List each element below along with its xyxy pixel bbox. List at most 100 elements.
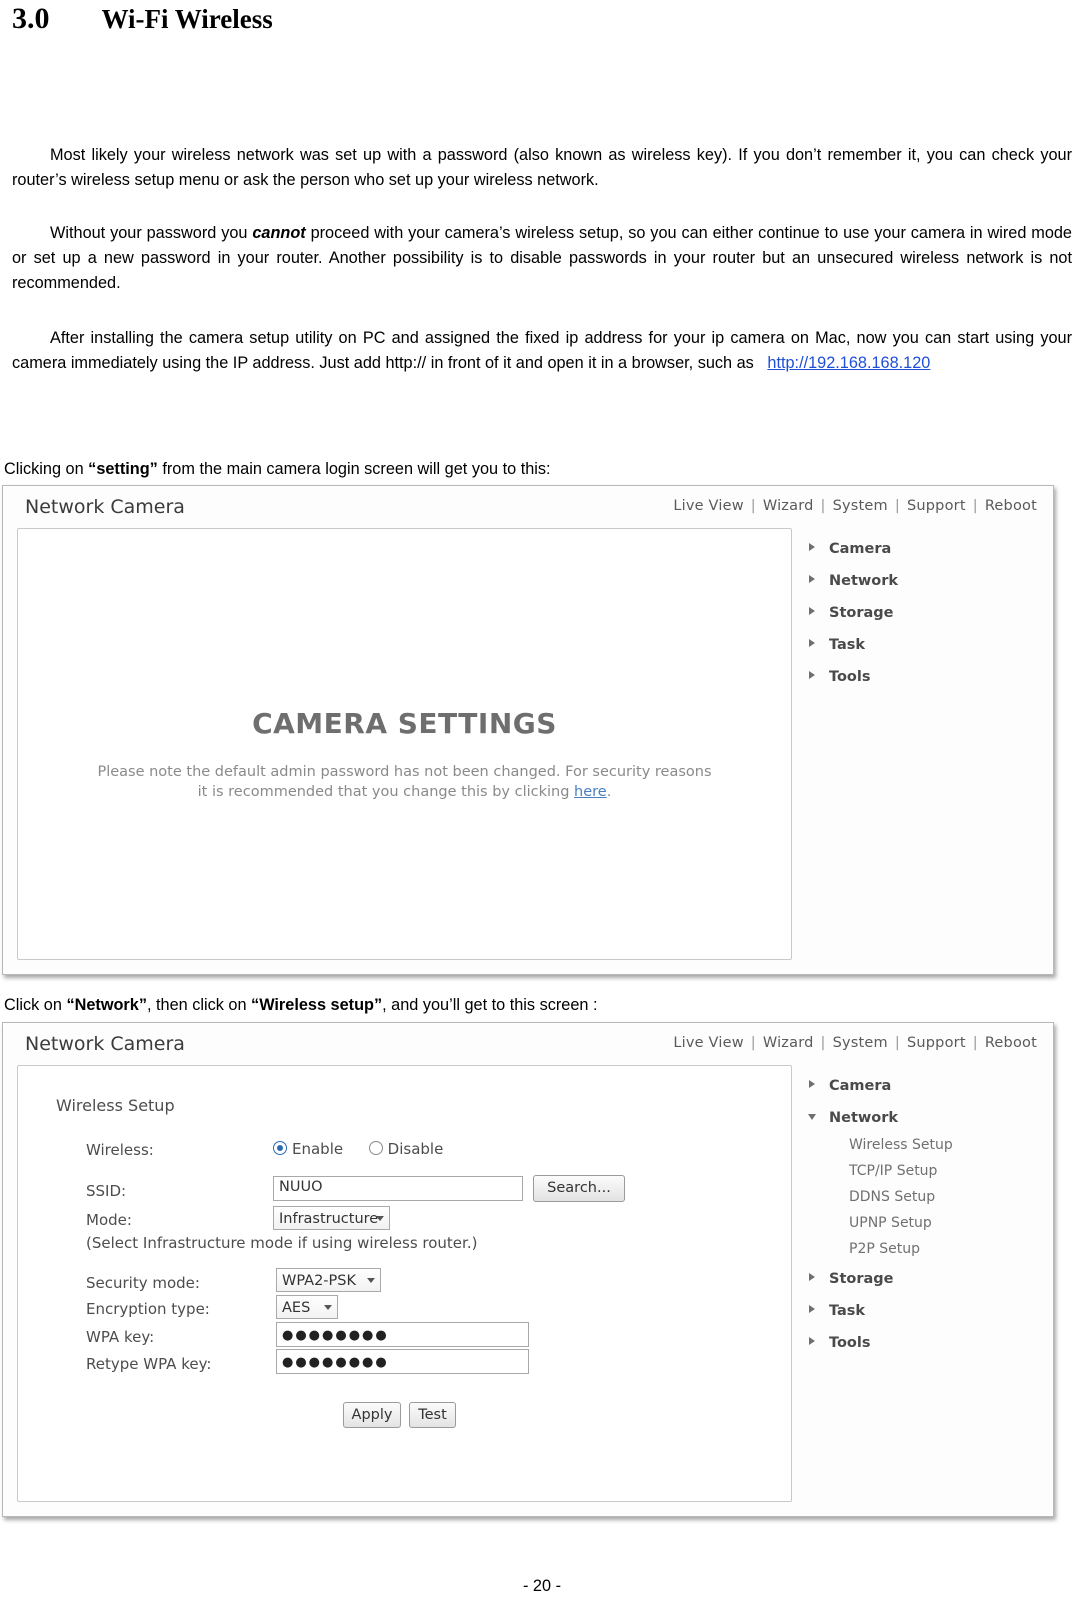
top-nav-2: Live View | Wizard | System | Support | Reboot <box>673 1035 1037 1051</box>
tree-item-tools[interactable]: Tools <box>803 669 1033 685</box>
wpa-key-label: WPA key: <box>86 1328 155 1346</box>
nav-wizard[interactable]: Wizard <box>763 1035 814 1051</box>
screenshot-1-canvas: Network Camera Live View | Wizard | System | S… <box>3 486 1053 974</box>
nav-support[interactable]: Support <box>907 498 966 514</box>
tree-item-task[interactable]: Task <box>803 637 1033 653</box>
radio-disable-label: Disable <box>387 1140 444 1158</box>
tree-subitem-ddns-setup[interactable]: DDNS Setup <box>803 1190 1033 1205</box>
ssid-input[interactable]: NUUO <box>273 1176 523 1201</box>
heading-title: Wi-Fi Wireless <box>101 4 273 34</box>
caption-2-b: “Network” <box>66 996 147 1014</box>
tree-subitem-upnp-setup[interactable]: UPNP Setup <box>803 1216 1033 1231</box>
here-link[interactable]: here <box>574 784 607 800</box>
encryption-type-value: AES <box>282 1300 311 1316</box>
camera-ip-link[interactable]: http://192.168.168.120 <box>767 354 930 372</box>
tree-label: Storage <box>829 605 894 621</box>
note-line-2-a: it is recommended that you change this b… <box>197 784 575 800</box>
radio-disable-icon <box>368 1141 383 1155</box>
security-mode-label: Security mode: <box>86 1274 200 1292</box>
caption-1-b: “setting” <box>88 460 158 478</box>
wpa-key-input[interactable]: ●●●●●●●● <box>276 1322 529 1347</box>
camera-settings-panel: CAMERA SETTINGS Please note the default … <box>17 528 792 960</box>
chevron-down-icon <box>808 1114 816 1124</box>
nav-system[interactable]: System <box>833 1035 888 1051</box>
caption-setting: Clicking on “setting” from the main came… <box>4 458 551 480</box>
page-heading: 3.0 Wi-Fi Wireless <box>12 2 273 36</box>
heading-number: 3.0 <box>12 2 50 35</box>
tree-item-task[interactable]: Task <box>803 1303 1033 1319</box>
nav-reboot[interactable]: Reboot <box>985 498 1037 514</box>
chevron-right-icon <box>809 607 815 615</box>
radio-disable[interactable]: Disable <box>368 1140 444 1158</box>
chevron-right-icon <box>809 639 815 647</box>
caption-2-d: “Wireless setup” <box>251 996 383 1014</box>
nav-separator: | <box>750 1035 756 1051</box>
tree-label: Tools <box>829 669 871 685</box>
tree-label: Task <box>829 1303 866 1319</box>
nav-reboot[interactable]: Reboot <box>985 1035 1037 1051</box>
chevron-right-icon <box>809 1305 815 1313</box>
tree-item-storage[interactable]: Storage <box>803 605 1033 621</box>
tree-item-network[interactable]: Network <box>803 573 1033 589</box>
security-mode-value: WPA2-PSK <box>282 1273 356 1289</box>
tree-item-tools[interactable]: Tools <box>803 1335 1033 1351</box>
retype-wpa-key-input[interactable]: ●●●●●●●● <box>276 1349 529 1374</box>
search-button[interactable]: Search... <box>533 1175 625 1202</box>
note-line-2: it is recommended that you change this b… <box>18 782 791 802</box>
tree-label: Network <box>829 1110 899 1126</box>
tree-item-camera[interactable]: Camera <box>803 541 1033 557</box>
mode-hint: (Select Infrastructure mode if using wir… <box>86 1234 478 1252</box>
nav-support[interactable]: Support <box>907 1035 966 1051</box>
chevron-down-icon <box>324 1305 332 1310</box>
paragraph-2: Without your password you cannot proceed… <box>12 221 1072 296</box>
chevron-right-icon <box>809 1337 815 1345</box>
caption-2-e: , and you’ll get to this screen : <box>382 996 598 1014</box>
note-line-2-b: . <box>606 784 612 800</box>
chevron-down-icon <box>376 1216 384 1221</box>
note-line-1: Please note the default admin password h… <box>97 764 712 780</box>
tree-label: Tools <box>829 1335 871 1351</box>
nav-separator: | <box>750 498 756 514</box>
tree-label: Camera <box>829 1078 892 1094</box>
caption-1-c: from the main camera login screen will g… <box>157 460 551 478</box>
tree-subitem-wireless-setup[interactable]: Wireless Setup <box>803 1138 1033 1153</box>
caption-1-a: Clicking on <box>4 460 89 478</box>
nav-separator: | <box>820 1035 826 1051</box>
document-page: 3.0 Wi-Fi Wireless Most likely your wire… <box>0 0 1084 1606</box>
nav-live-view[interactable]: Live View <box>673 498 743 514</box>
radio-enable[interactable]: Enable <box>273 1140 343 1158</box>
chevron-right-icon <box>809 1080 815 1088</box>
security-mode-select[interactable]: WPA2-PSK <box>276 1268 381 1292</box>
nav-live-view[interactable]: Live View <box>673 1035 743 1051</box>
tree-subitem-p2p-setup[interactable]: P2P Setup <box>803 1242 1033 1257</box>
camera-settings-heading: CAMERA SETTINGS <box>252 707 557 740</box>
wireless-radio-group: Enable Disable <box>273 1140 443 1158</box>
radio-enable-icon <box>273 1141 287 1155</box>
wireless-label: Wireless: <box>86 1141 154 1159</box>
test-button[interactable]: Test <box>409 1402 456 1428</box>
screenshot-camera-settings: Network Camera Live View | Wizard | System | S… <box>2 485 1054 975</box>
tree-item-network[interactable]: Network <box>803 1110 1033 1126</box>
tree-label: Storage <box>829 1271 894 1287</box>
encryption-type-select[interactable]: AES <box>276 1295 338 1319</box>
apply-button[interactable]: Apply <box>343 1402 401 1428</box>
nav-separator: | <box>972 1035 978 1051</box>
nav-system[interactable]: System <box>833 498 888 514</box>
nav-wizard[interactable]: Wizard <box>763 498 814 514</box>
tree-item-camera[interactable]: Camera <box>803 1078 1033 1094</box>
encryption-type-label: Encryption type: <box>86 1300 210 1318</box>
mode-label: Mode: <box>86 1211 132 1229</box>
app-title-2: Network Camera <box>25 1033 185 1055</box>
chevron-down-icon <box>367 1278 375 1283</box>
tree-item-storage[interactable]: Storage <box>803 1271 1033 1287</box>
paragraph-2-text-a: Without your password you <box>50 224 253 242</box>
nav-separator: | <box>894 498 900 514</box>
tree-subitem-tcpip-setup[interactable]: TCP/IP Setup <box>803 1164 1033 1179</box>
form-title: Wireless Setup <box>56 1096 175 1115</box>
tree-label: Camera <box>829 541 892 557</box>
camera-settings-note: Please note the default admin password h… <box>18 762 791 802</box>
paragraph-2-emphasis: cannot <box>252 224 306 242</box>
caption-2-c: , then click on <box>146 996 252 1014</box>
paragraph-1: Most likely your wireless network was se… <box>12 143 1072 193</box>
mode-select[interactable]: Infrastructure <box>273 1206 390 1230</box>
